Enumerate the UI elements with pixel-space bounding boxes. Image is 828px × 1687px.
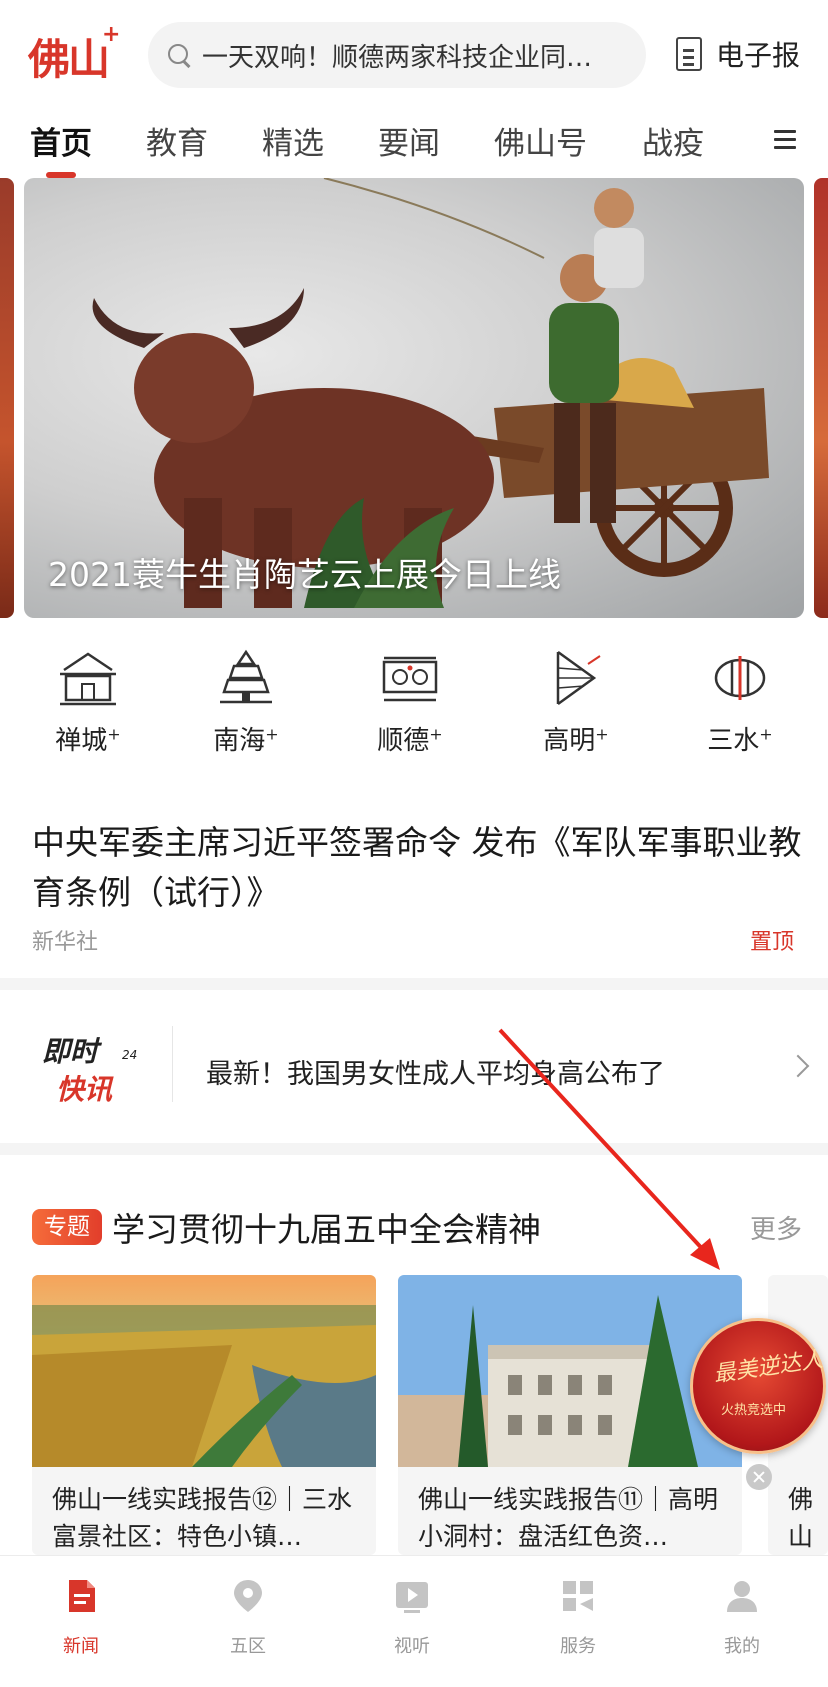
- district-shortcuts: 禅城+ 南海+ 顺德+ 高明+ 三水+: [0, 648, 828, 768]
- topic-title[interactable]: 学习贯彻十九届五中全会精神: [112, 1203, 541, 1251]
- district-gaoming[interactable]: 高明+: [516, 648, 636, 757]
- topic-card[interactable]: 佛山一线实践报告⑪｜高明小洞村：盘活红色资…: [398, 1275, 742, 1555]
- location-icon: [234, 1580, 262, 1612]
- video-icon: [396, 1582, 428, 1613]
- prev-slide-peek: [0, 178, 14, 618]
- tab-foshan-hao[interactable]: 佛山号: [494, 118, 587, 163]
- topic-header: 专题 学习贯彻十九届五中全会精神 更多: [32, 1205, 802, 1255]
- sanshui-icon: [714, 656, 766, 700]
- card-title: 佛山镇佃: [788, 1485, 814, 1551]
- chevron-right-icon[interactable]: [786, 1054, 810, 1078]
- topic-badge: 专题: [32, 1209, 102, 1245]
- district-label: 三水: [707, 726, 760, 756]
- chancheng-icon: [60, 652, 116, 706]
- banner-slide[interactable]: 2021蓑牛生肖陶艺云上展今日上线: [24, 178, 804, 618]
- promo-title: 最美逆达人: [712, 1347, 825, 1388]
- app-logo[interactable]: 佛山: [28, 26, 110, 87]
- district-nanhai[interactable]: 南海+: [186, 648, 306, 757]
- search-bar[interactable]: 一天双响！顺德两家科技企业同…: [148, 22, 646, 88]
- profile-icon: [727, 1581, 757, 1612]
- pinned-badge: 置顶: [750, 930, 795, 955]
- pinned-article[interactable]: 中央军委主席习近平签署命令 发布《军队军事职业教育条例（试行）》 新华社 置顶: [32, 818, 802, 955]
- nav-services[interactable]: 服务: [523, 1576, 633, 1658]
- card-title: 佛山一线实践报告⑪｜高明小洞村：盘活红色资…: [418, 1485, 719, 1551]
- nav-media[interactable]: 视听: [357, 1576, 467, 1658]
- tab-epidemic[interactable]: 战疫: [642, 118, 704, 163]
- card-image: [398, 1275, 742, 1467]
- search-placeholder: 一天双响！顺德两家科技企业同…: [202, 42, 593, 73]
- tab-featured[interactable]: 精选: [262, 118, 324, 163]
- app-header: 佛山 + 一天双响！顺德两家科技企业同… 电子报: [0, 0, 828, 110]
- district-label: 顺德: [377, 726, 430, 756]
- card-image: [32, 1275, 376, 1467]
- nav-news[interactable]: 新闻: [26, 1576, 136, 1658]
- bottom-navigation: 新闻 五区 视听 服务 我的: [0, 1555, 828, 1687]
- flash-separator: [172, 1026, 173, 1102]
- flash-news-logo: 即时 24 快讯: [42, 1035, 138, 1106]
- gaoming-icon: [556, 650, 601, 706]
- card-title: 佛山一线实践报告⑫｜三水富景社区：特色小镇…: [52, 1485, 353, 1551]
- topic-more-link[interactable]: 更多: [750, 1209, 802, 1246]
- shunde-icon: [382, 656, 438, 702]
- epaper-button[interactable]: 电子报: [676, 34, 800, 74]
- section-divider: [0, 1143, 828, 1155]
- next-slide-peek: [814, 178, 828, 618]
- epaper-label: 电子报: [716, 39, 801, 72]
- district-shunde[interactable]: 顺德+: [350, 648, 470, 757]
- document-icon: [676, 37, 702, 71]
- tab-education[interactable]: 教育: [146, 118, 208, 163]
- nanhai-icon: [220, 649, 272, 704]
- logo-plus-mark: +: [102, 22, 121, 47]
- services-icon: [563, 1581, 593, 1611]
- search-icon: [166, 42, 192, 68]
- nav-profile[interactable]: 我的: [687, 1576, 797, 1658]
- section-divider: [0, 978, 828, 990]
- article-source: 新华社: [32, 930, 99, 955]
- banner-caption: 2021蓑牛生肖陶艺云上展今日上线: [48, 555, 561, 594]
- close-icon[interactable]: [746, 1464, 772, 1490]
- district-label: 南海: [213, 726, 266, 756]
- promo-subtitle: 火热竞选中: [721, 1403, 787, 1418]
- menu-icon[interactable]: [774, 130, 796, 150]
- tab-headlines[interactable]: 要闻: [378, 118, 440, 163]
- district-chancheng[interactable]: 禅城+: [28, 648, 148, 757]
- nav-districts[interactable]: 五区: [193, 1576, 303, 1658]
- banner-carousel[interactable]: 2021蓑牛生肖陶艺云上展今日上线: [0, 178, 828, 620]
- news-icon: [69, 1580, 95, 1612]
- floating-promo-badge[interactable]: 最美逆达人 火热竞选中: [690, 1318, 826, 1454]
- district-label: 禅城: [55, 726, 108, 756]
- district-sanshui[interactable]: 三水+: [680, 648, 800, 757]
- flash-headline[interactable]: 最新！我国男女性成人平均身高公布了: [206, 1052, 665, 1091]
- district-label: 高明: [543, 726, 596, 756]
- tab-home[interactable]: 首页: [30, 118, 92, 163]
- article-title[interactable]: 中央军委主席习近平签署命令 发布《军队军事职业教育条例（试行）》: [32, 818, 802, 918]
- topic-card[interactable]: 佛山一线实践报告⑫｜三水富景社区：特色小镇…: [32, 1275, 376, 1555]
- channel-tabs: 首页 教育 精选 要闻 佛山号 战疫: [0, 110, 828, 178]
- flash-news-ticker[interactable]: 即时 24 快讯 最新！我国男女性成人平均身高公布了: [0, 990, 828, 1140]
